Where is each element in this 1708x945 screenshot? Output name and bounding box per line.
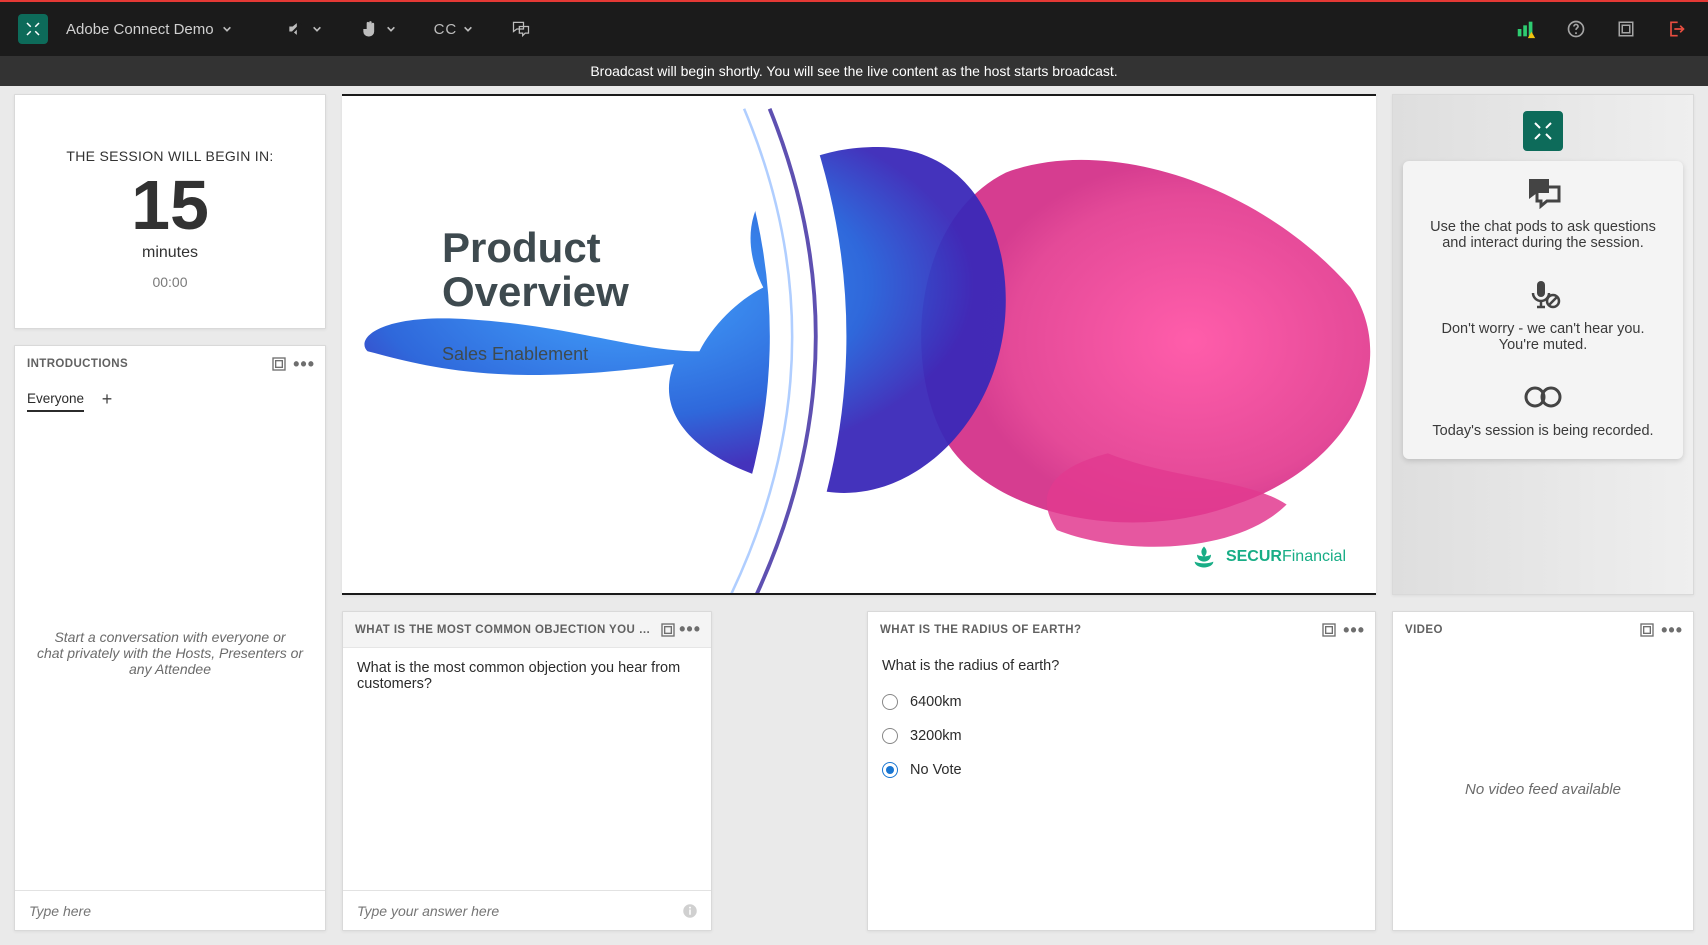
slide-title-line2: Overview	[442, 268, 629, 315]
info-panel: Use the chat pods to ask questions and i…	[1392, 94, 1694, 595]
pod-options-button[interactable]: •••	[677, 619, 703, 640]
pod-options-button[interactable]: •••	[1341, 620, 1367, 641]
poll2-option-1[interactable]: 3200km	[882, 728, 1361, 744]
slide-subtitle: Sales Enablement	[442, 344, 629, 365]
bars-warning-icon	[1515, 18, 1537, 40]
chevron-down-icon	[463, 24, 473, 34]
countdown-pod: THE SESSION WILL BEGIN IN: 15 minutes 00…	[14, 94, 326, 329]
poll2-option-0[interactable]: 6400km	[882, 694, 1361, 710]
video-pod: VIDEO ••• No video feed available	[1392, 611, 1694, 931]
exit-button[interactable]	[1662, 15, 1690, 43]
poll-multiple-choice-pod: WHAT IS THE RADIUS OF EARTH? ••• What is…	[867, 611, 1376, 931]
maximize-pod-button[interactable]	[1635, 618, 1659, 642]
broadcast-message: Broadcast will begin shortly. You will s…	[590, 63, 1117, 79]
introductions-title: INTRODUCTIONS	[27, 358, 128, 370]
radio-icon	[882, 694, 898, 710]
introductions-pod: INTRODUCTIONS ••• Everyone + Start a con…	[14, 345, 326, 931]
workspace: THE SESSION WILL BEGIN IN: 15 minutes 00…	[0, 86, 1708, 945]
chevron-down-icon	[386, 24, 396, 34]
exit-icon	[1666, 19, 1686, 39]
brand-rest: Financial	[1282, 548, 1346, 565]
pods-menu-button[interactable]	[497, 9, 545, 49]
video-title: VIDEO	[1405, 624, 1443, 636]
chat-tabs: Everyone +	[15, 382, 325, 416]
cc-label: CC	[434, 21, 458, 38]
hand-icon	[360, 19, 380, 39]
pod-options-button[interactable]: •••	[1659, 620, 1685, 641]
maximize-icon	[1639, 622, 1655, 638]
connection-status-button[interactable]	[1512, 15, 1540, 43]
add-chat-tab-button[interactable]: +	[96, 388, 118, 410]
poll2-option-label: 6400km	[910, 694, 962, 710]
chat-empty-line2: chat privately with the Hosts, Presenter…	[31, 645, 309, 677]
help-button[interactable]	[1562, 15, 1590, 43]
speaker-mute-button[interactable]	[272, 9, 336, 49]
info-icon[interactable]	[681, 902, 699, 920]
poll1-question: What is the most common objection you he…	[343, 648, 711, 890]
poll2-question: What is the radius of earth?	[882, 658, 1361, 674]
chevron-down-icon	[312, 24, 322, 34]
timer-value: 15	[131, 170, 209, 240]
presentation-slide: Product Overview Sales Enablement SECURF…	[342, 96, 1376, 593]
slide-text: Product Overview Sales Enablement	[442, 226, 629, 365]
top-bar: Adobe Connect Demo CC	[0, 2, 1708, 56]
maximize-icon	[660, 622, 676, 638]
app-logo-icon	[24, 20, 42, 38]
radio-icon	[882, 728, 898, 744]
fullscreen-icon	[1617, 20, 1635, 38]
chat-icon	[1523, 177, 1563, 209]
poll2-option-label: No Vote	[910, 762, 962, 778]
chat-bubbles-icon	[511, 19, 531, 39]
maximize-pod-button[interactable]	[1317, 618, 1341, 642]
info-mute-tip: Don't worry - we can't hear you. You're …	[1421, 321, 1665, 353]
timer-label: THE SESSION WILL BEGIN IN:	[66, 148, 273, 164]
poll2-option-label: 3200km	[910, 728, 962, 744]
recording-icon	[1523, 381, 1563, 413]
fullscreen-button[interactable]	[1612, 15, 1640, 43]
info-record-tip: Today's session is being recorded.	[1432, 423, 1653, 439]
chat-empty-line1: Start a conversation with everyone or	[31, 629, 309, 645]
meeting-title-menu[interactable]: Adobe Connect Demo	[66, 21, 232, 38]
chat-tab-everyone[interactable]: Everyone	[27, 387, 84, 412]
radio-selected-icon	[882, 762, 898, 778]
maximize-pod-button[interactable]	[267, 352, 291, 376]
mic-muted-icon	[1523, 279, 1563, 311]
leaf-icon	[1190, 543, 1218, 571]
timer-clock: 00:00	[152, 274, 187, 290]
poll2-option-2[interactable]: No Vote	[882, 762, 1361, 778]
brand-bold: SECUR	[1226, 548, 1282, 565]
broadcast-bar: Broadcast will begin shortly. You will s…	[0, 56, 1708, 86]
introductions-header: INTRODUCTIONS •••	[15, 346, 325, 382]
speaker-muted-icon	[286, 19, 306, 39]
chat-empty-state: Start a conversation with everyone or ch…	[15, 416, 325, 890]
poll2-title: WHAT IS THE RADIUS OF EARTH?	[880, 624, 1081, 636]
maximize-icon	[1321, 622, 1337, 638]
maximize-pod-button[interactable]	[659, 618, 677, 642]
chevron-down-icon	[222, 24, 232, 34]
app-root: Adobe Connect Demo CC	[0, 0, 1708, 945]
maximize-icon	[271, 356, 287, 372]
chat-input-row	[15, 890, 325, 930]
video-empty-state: No video feed available	[1393, 648, 1693, 930]
raise-hand-button[interactable]	[346, 9, 410, 49]
closed-captions-button[interactable]: CC	[420, 9, 488, 49]
poll1-answer-input[interactable]	[355, 902, 673, 920]
help-icon	[1566, 19, 1586, 39]
poll-short-answer-pod: WHAT IS THE MOST COMMON OBJECTION YOU HE…	[342, 611, 712, 931]
info-logo	[1523, 111, 1563, 151]
app-logo[interactable]	[18, 14, 48, 44]
slide-title-line1: Product	[442, 224, 601, 271]
info-logo-icon	[1531, 119, 1555, 143]
meeting-title: Adobe Connect Demo	[66, 21, 214, 38]
pod-options-button[interactable]: •••	[291, 354, 317, 375]
slide-brand: SECURFinancial	[1190, 543, 1346, 571]
timer-unit: minutes	[142, 244, 198, 262]
info-chat-tip: Use the chat pods to ask questions and i…	[1421, 219, 1665, 251]
poll1-title: WHAT IS THE MOST COMMON OBJECTION YOU HE…	[355, 624, 659, 636]
chat-input[interactable]	[27, 902, 313, 920]
info-card: Use the chat pods to ask questions and i…	[1403, 161, 1683, 459]
share-pod: Product Overview Sales Enablement SECURF…	[342, 94, 1376, 595]
